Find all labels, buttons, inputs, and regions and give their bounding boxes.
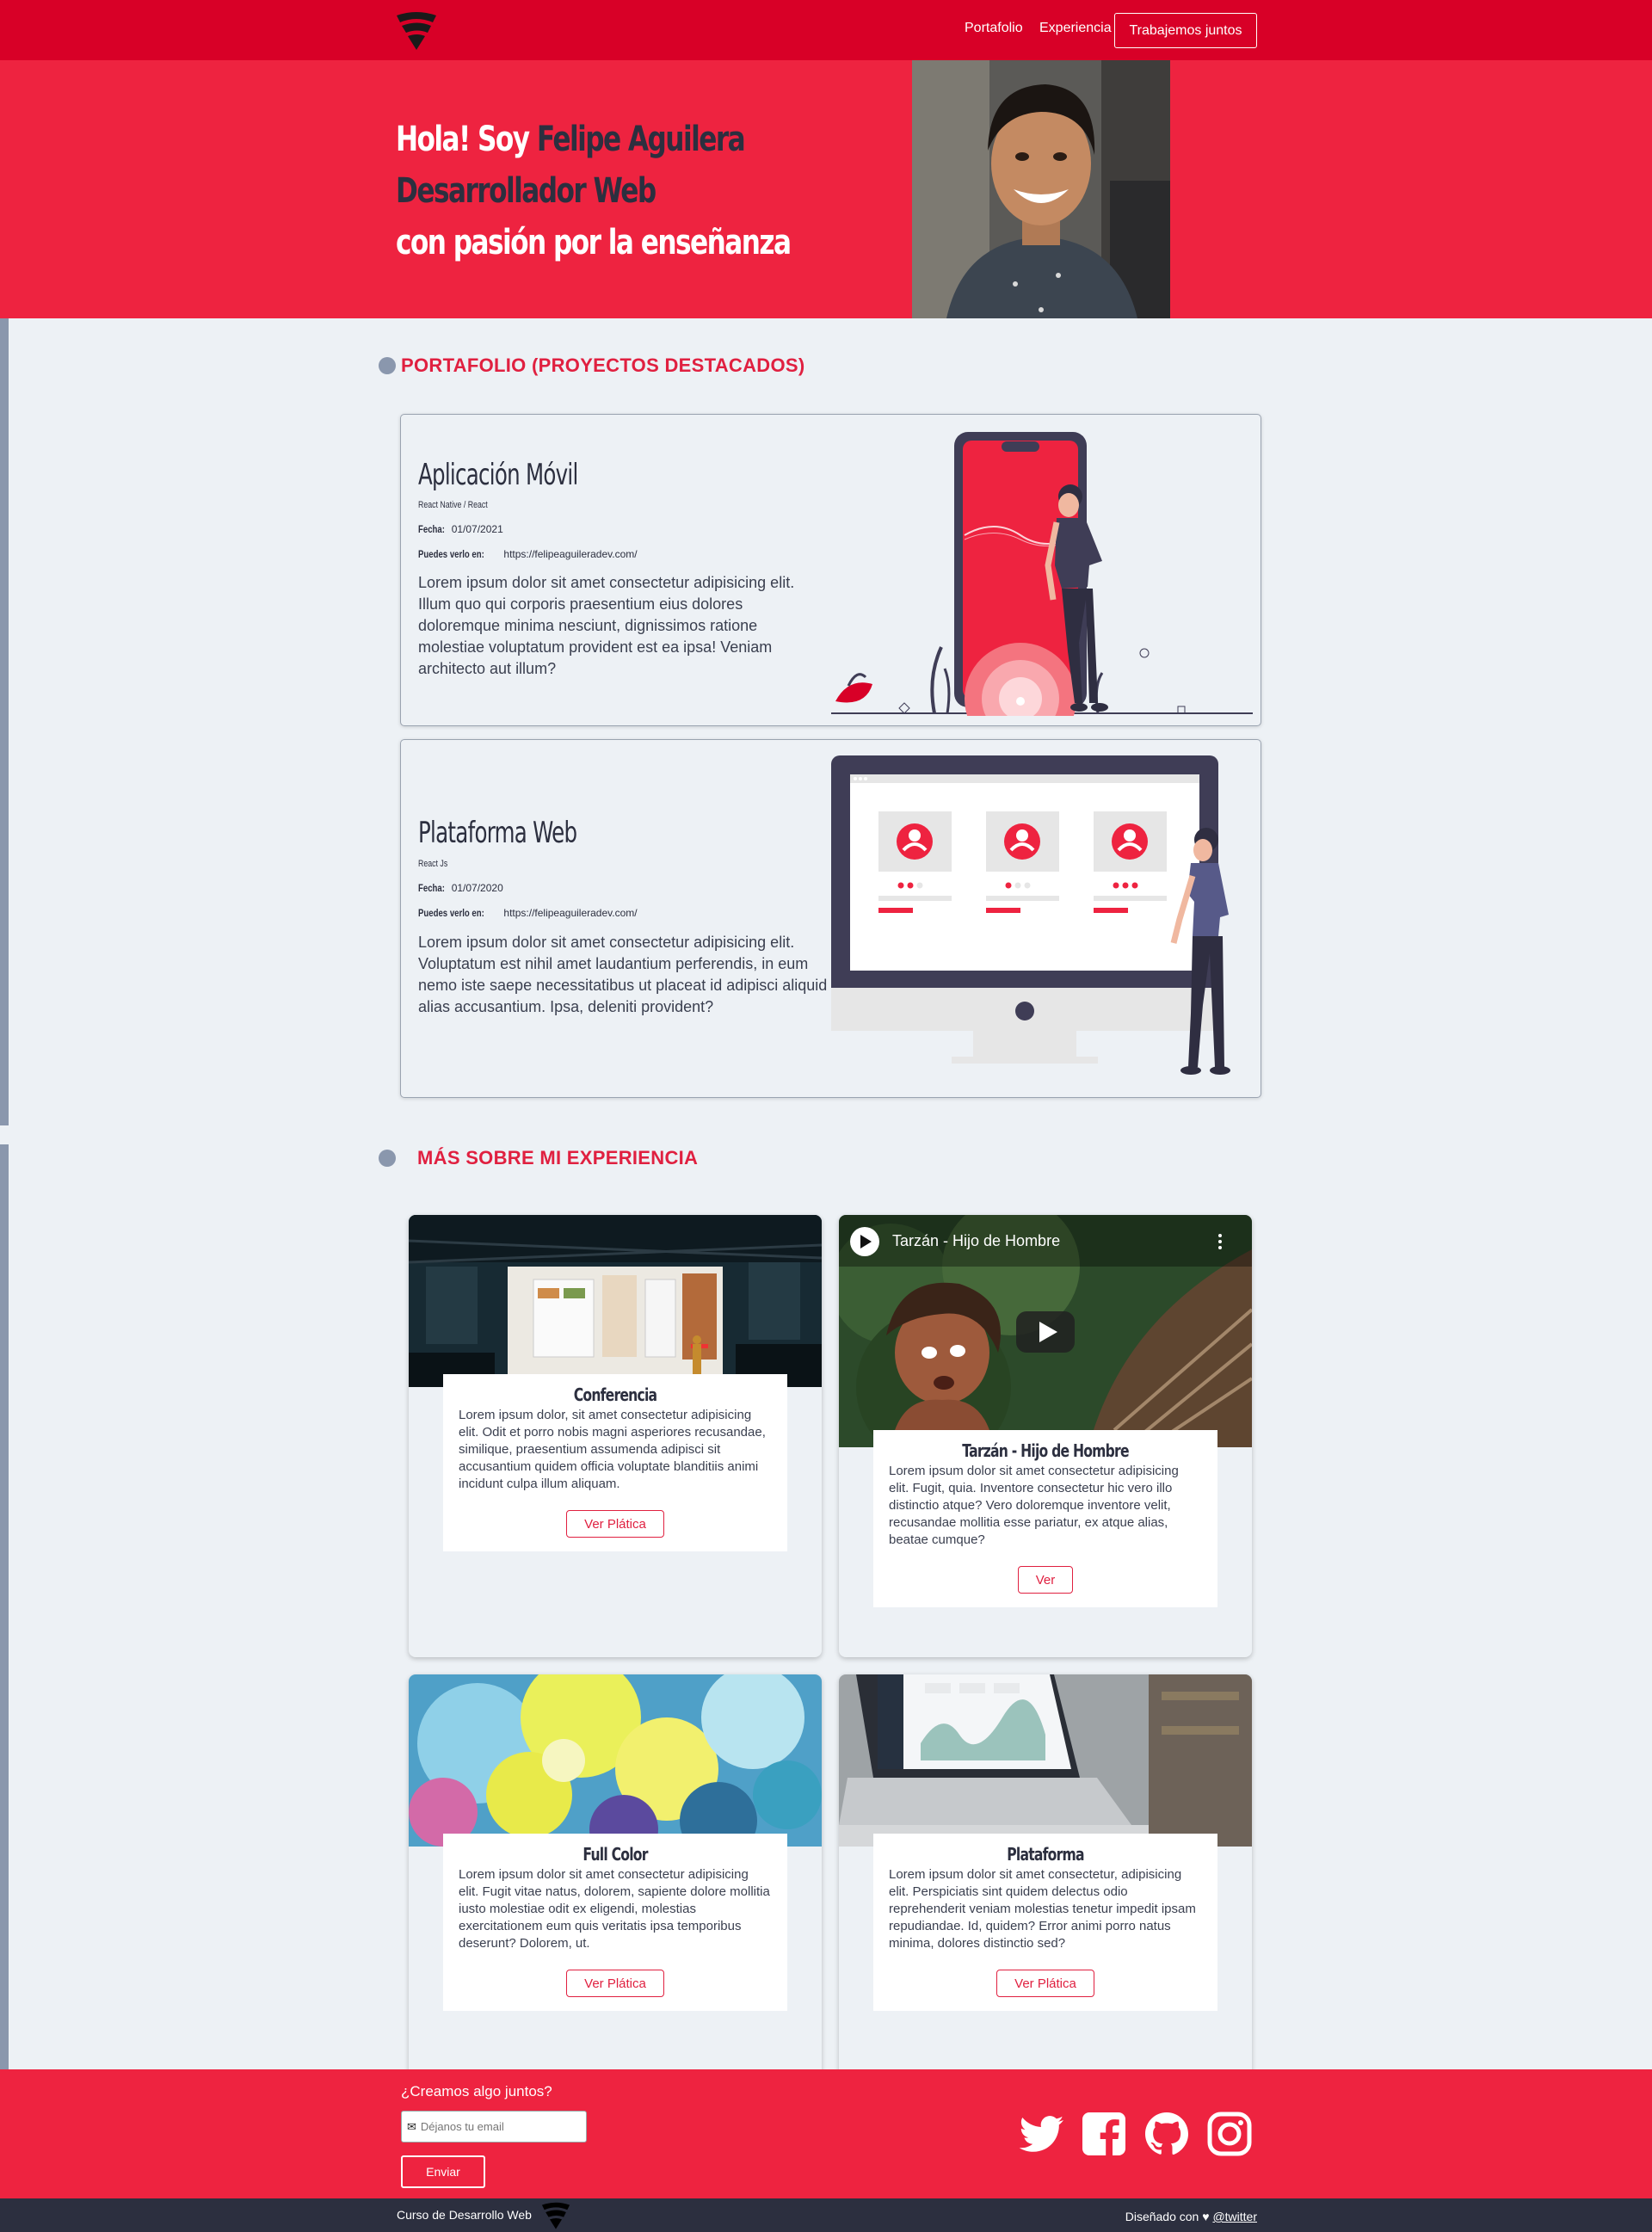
experience-card-content: Conferencia Lorem ipsum dolor, sit amet … <box>443 1374 787 1551</box>
experience-card-text: Lorem ipsum dolor, sit amet consectetur … <box>459 1408 766 1491</box>
brand-logo-icon <box>541 2202 570 2229</box>
experience-card-title: Plataforma <box>1007 1844 1084 1865</box>
experience-card-platform: Plataforma Lorem ipsum dolor sit amet co… <box>839 1674 1252 2117</box>
conference-image <box>409 1215 822 1387</box>
url-label: Puedes verlo en: <box>418 548 484 560</box>
project-link-line: Puedes verlo en: https://felipeaguilerad… <box>418 548 638 560</box>
project-title: Plataforma Web <box>418 816 577 850</box>
full-color-image <box>409 1674 822 1847</box>
timeline-dot <box>379 1150 396 1167</box>
heart-icon: ♥ <box>1202 2210 1210 2223</box>
experience-card-title: Conferencia <box>573 1384 657 1405</box>
project-title: Aplicación Móvil <box>418 458 578 492</box>
experience-card-conference: Conferencia Lorem ipsum dolor, sit amet … <box>409 1215 822 1657</box>
timeline-line <box>0 1144 9 2069</box>
date-value: 01/07/2020 <box>451 882 503 894</box>
experience-card-content: Full Color Lorem ipsum dolor sit amet co… <box>443 1834 787 2011</box>
hero-heading: Hola! Soy Felipe Aguilera Desarrollador … <box>396 114 792 268</box>
timeline-dot <box>379 357 396 374</box>
url-label: Puedes verlo en: <box>418 907 484 919</box>
footer-question: ¿Creamos algo juntos? <box>401 2083 552 2099</box>
footer: ¿Creamos algo juntos? ✉ Enviar <box>0 2069 1652 2198</box>
mobile-app-illustration <box>831 432 1253 716</box>
view-talk-button[interactable]: Ver Plática <box>566 1970 664 1997</box>
hero-tagline: con pasión por la enseñanza <box>396 223 792 262</box>
project-link-line: Puedes verlo en: https://felipeaguilerad… <box>418 907 638 919</box>
designed-label: Diseñado con <box>1125 2210 1203 2223</box>
brand-logo-icon[interactable] <box>393 9 440 52</box>
twitter-icon[interactable] <box>1019 2111 1065 2157</box>
github-icon[interactable] <box>1143 2111 1190 2157</box>
experience-card-text: Lorem ipsum dolor sit amet consectetur, … <box>889 1867 1196 1951</box>
instagram-icon[interactable] <box>1206 2111 1253 2157</box>
nav-link-experiencia[interactable]: Experiencia <box>1039 21 1112 36</box>
email-field-wrapper: ✉ <box>401 2111 587 2143</box>
project-description: Lorem ipsum dolor sit amet consectetur a… <box>418 574 795 677</box>
email-input[interactable] <box>420 2120 576 2133</box>
designed-with-line: Diseñado con ♥ @twitter <box>1125 2210 1257 2223</box>
date-label: Fecha: <box>418 882 445 894</box>
project-url-link[interactable]: https://felipeaguileradev.com/ <box>503 907 637 919</box>
experience-card-video: Tarzán - Hijo de Hombre Tarzán - Hijo de… <box>839 1215 1252 1657</box>
project-date: Fecha: 01/07/2020 <box>418 882 503 894</box>
work-together-button[interactable]: Trabajemos juntos <box>1114 13 1257 48</box>
hero-role: Desarrollador Web <box>396 171 656 211</box>
view-talk-button[interactable]: Ver Plática <box>566 1510 664 1538</box>
portfolio-section-title: PORTAFOLIO (PROYECTOS DESTACADOS) <box>401 355 805 376</box>
hero-section: Hola! Soy Felipe Aguilera Desarrollador … <box>0 60 1652 318</box>
view-button[interactable]: Ver <box>1017 1566 1074 1594</box>
project-card-mobile: Aplicación Móvil React Native / React Fe… <box>400 414 1261 726</box>
bottom-bar: Curso de Desarrollo Web Diseñado con ♥ @… <box>0 2198 1652 2232</box>
hero-greeting: Hola! Soy <box>396 120 537 159</box>
experience-card-content: Tarzán - Hijo de Hombre Lorem ipsum dolo… <box>873 1430 1217 1607</box>
web-platform-illustration <box>831 755 1230 1075</box>
experience-card-text: Lorem ipsum dolor sit amet consectetur a… <box>459 1867 770 1951</box>
project-description: Lorem ipsum dolor sit amet consectetur a… <box>418 934 828 1015</box>
profile-card-2 <box>986 811 1059 913</box>
experience-card-title: Full Color <box>583 1844 648 1865</box>
experience-card-fullcolor: Full Color Lorem ipsum dolor sit amet co… <box>409 1674 822 2117</box>
date-label: Fecha: <box>418 523 445 535</box>
platform-image <box>839 1674 1252 1847</box>
profile-photo <box>912 60 1170 318</box>
top-navbar: Portafolio Experiencia Trabajemos juntos <box>0 0 1652 60</box>
experience-section-title: MÁS SOBRE MI EXPERIENCIA <box>417 1147 699 1168</box>
envelope-icon: ✉ <box>407 2119 416 2133</box>
hero-name: Felipe Aguilera <box>536 120 746 159</box>
experience-card-content: Plataforma Lorem ipsum dolor sit amet co… <box>873 1834 1217 2011</box>
view-talk-button[interactable]: Ver Plática <box>996 1970 1094 1997</box>
project-tech: React Js <box>418 859 448 869</box>
course-label: Curso de Desarrollo Web <box>397 2208 532 2222</box>
send-button[interactable]: Enviar <box>401 2155 485 2188</box>
profile-card-3 <box>1094 811 1167 913</box>
nav-link-portafolio[interactable]: Portafolio <box>965 21 1023 36</box>
project-tech: React Native / React <box>418 500 488 510</box>
experience-card-title: Tarzán - Hijo de Hombre <box>962 1440 1129 1461</box>
project-card-web: Plataforma Web React Js Fecha: 01/07/2020… <box>400 739 1261 1098</box>
project-date: Fecha: 01/07/2021 <box>418 523 503 535</box>
timeline-line <box>0 318 9 1125</box>
project-url-link[interactable]: https://felipeaguileradev.com/ <box>503 548 637 560</box>
video-title: Tarzán - Hijo de Hombre <box>892 1232 1061 1249</box>
date-value: 01/07/2021 <box>451 523 503 535</box>
facebook-icon[interactable] <box>1081 2111 1127 2157</box>
experience-card-text: Lorem ipsum dolor sit amet consectetur a… <box>889 1464 1179 1547</box>
twitter-link[interactable]: @twitter <box>1212 2210 1257 2223</box>
profile-card-1 <box>878 811 952 913</box>
